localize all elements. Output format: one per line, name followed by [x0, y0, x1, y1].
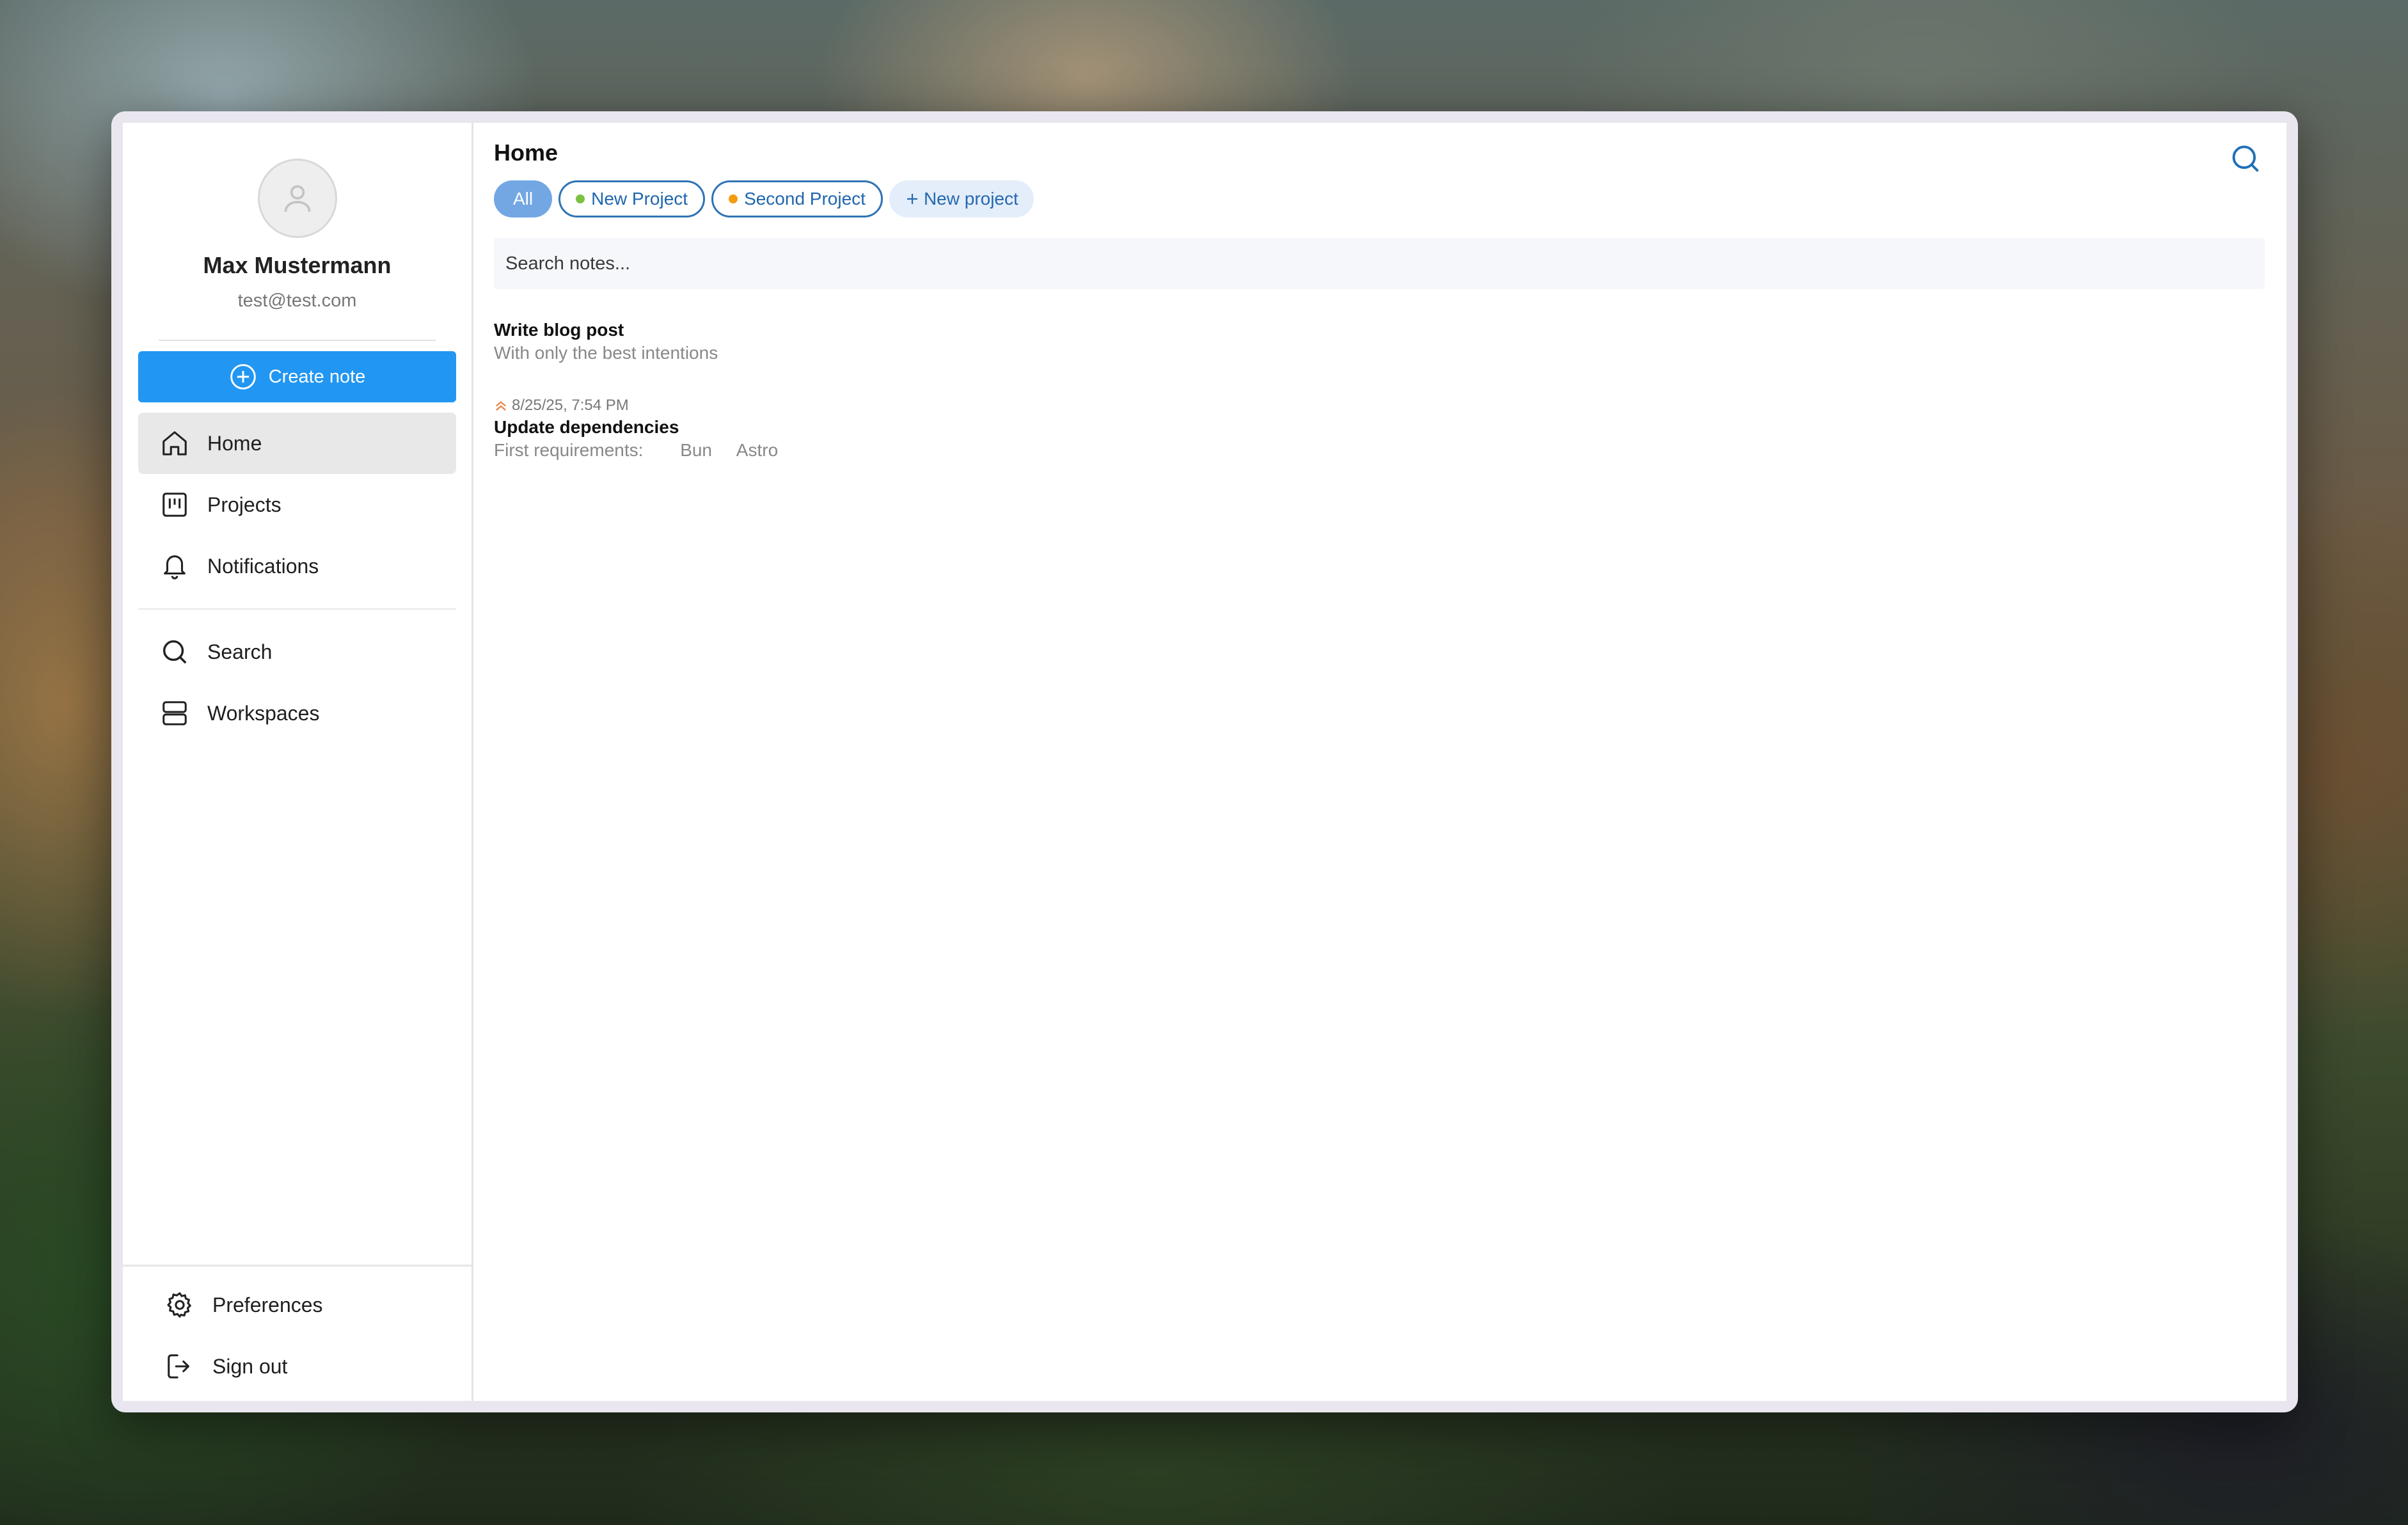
create-note-label: Create note	[268, 366, 366, 387]
page-title: Home	[494, 139, 558, 166]
profile-name: Max Mustermann	[203, 252, 392, 278]
note-title: Write blog post	[494, 320, 624, 340]
sidebar-item-label: Search	[207, 640, 273, 663]
project-tabs: All New Project Second Project New proje…	[494, 180, 2265, 217]
list-item[interactable]: Write blog post With only the best inten…	[494, 320, 2265, 363]
sidebar: Max Mustermann test@test.com Create note…	[123, 123, 473, 1401]
note-title: Update dependencies	[494, 417, 679, 437]
note-date: 8/25/25, 7:54 PM	[512, 397, 629, 414]
tab-label: All	[513, 189, 534, 209]
notes-list: Write blog post With only the best inten…	[494, 320, 2265, 461]
gear-icon	[167, 1292, 191, 1318]
sidebar-item-workspaces[interactable]: Workspaces	[138, 683, 456, 744]
search-icon	[162, 640, 187, 664]
sidebar-item-label: Notifications	[207, 554, 319, 578]
avatar[interactable]	[257, 159, 337, 238]
priority-high-icon	[496, 401, 506, 411]
plus-circle-icon	[230, 364, 256, 390]
profile: Max Mustermann test@test.com	[123, 123, 471, 312]
tab-label: New project	[923, 189, 1018, 209]
list-item[interactable]: 8/25/25, 7:54 PM Update dependencies Fir…	[494, 397, 2265, 461]
add-project-button[interactable]: New project	[889, 180, 1034, 217]
tab-label: Second Project	[744, 189, 866, 209]
sidebar-item-notifications[interactable]: Notifications	[138, 535, 456, 597]
main-panel: Home All New Project Second Project New …	[473, 123, 2286, 1401]
profile-email: test@test.com	[237, 290, 357, 311]
sidebar-footer: Preferences Sign out	[123, 1265, 471, 1401]
user-icon	[283, 185, 311, 212]
home-icon	[162, 431, 187, 455]
sidebar-item-label: Projects	[207, 493, 281, 516]
sidebar-item-projects[interactable]: Projects	[138, 474, 456, 535]
project-color-dot	[729, 194, 738, 203]
search-icon	[2232, 145, 2259, 172]
sidebar-item-label: Workspaces	[207, 701, 320, 725]
note-tag: Bun	[680, 440, 713, 460]
note-meta: 8/25/25, 7:54 PM	[494, 397, 2265, 415]
note-subtitle: First requirements: Bun Astro	[494, 440, 2265, 461]
tab-label: New Project	[591, 189, 688, 209]
tab-second-project[interactable]: Second Project	[711, 180, 883, 217]
sidebar-item-search[interactable]: Search	[138, 621, 456, 683]
tab-new-project[interactable]: New Project	[558, 180, 706, 217]
profile-divider	[159, 340, 436, 341]
app-content: Max Mustermann test@test.com Create note…	[123, 123, 2286, 1401]
plus-icon	[907, 194, 917, 204]
sidebar-item-sign-out[interactable]: Sign out	[138, 1336, 456, 1397]
project-color-dot	[576, 194, 585, 203]
sidebar-item-home[interactable]: Home	[138, 413, 456, 474]
note-subtitle: With only the best intentions	[494, 343, 718, 363]
create-note-button[interactable]: Create note	[138, 351, 456, 402]
sidebar-item-preferences[interactable]: Preferences	[138, 1274, 456, 1336]
sign-out-icon	[168, 1354, 189, 1379]
sidebar-nav: Home Projects Notifications Search Works…	[123, 413, 471, 744]
app-window: Max Mustermann test@test.com Create note…	[111, 111, 2298, 1412]
projects-icon	[162, 493, 187, 517]
top-search-button[interactable]	[2229, 142, 2262, 175]
nav-divider	[138, 608, 456, 610]
bell-icon	[164, 555, 186, 580]
search-notes-field[interactable]	[494, 238, 2265, 289]
sidebar-item-label: Home	[207, 431, 262, 455]
workspaces-icon	[162, 701, 187, 725]
sidebar-item-label: Sign out	[212, 1354, 288, 1378]
search-notes-input[interactable]	[504, 252, 2265, 275]
tab-all[interactable]: All	[494, 180, 553, 217]
sidebar-item-label: Preferences	[212, 1293, 323, 1316]
note-tag: Astro	[736, 440, 779, 460]
note-subtitle-text: First requirements:	[494, 440, 644, 460]
